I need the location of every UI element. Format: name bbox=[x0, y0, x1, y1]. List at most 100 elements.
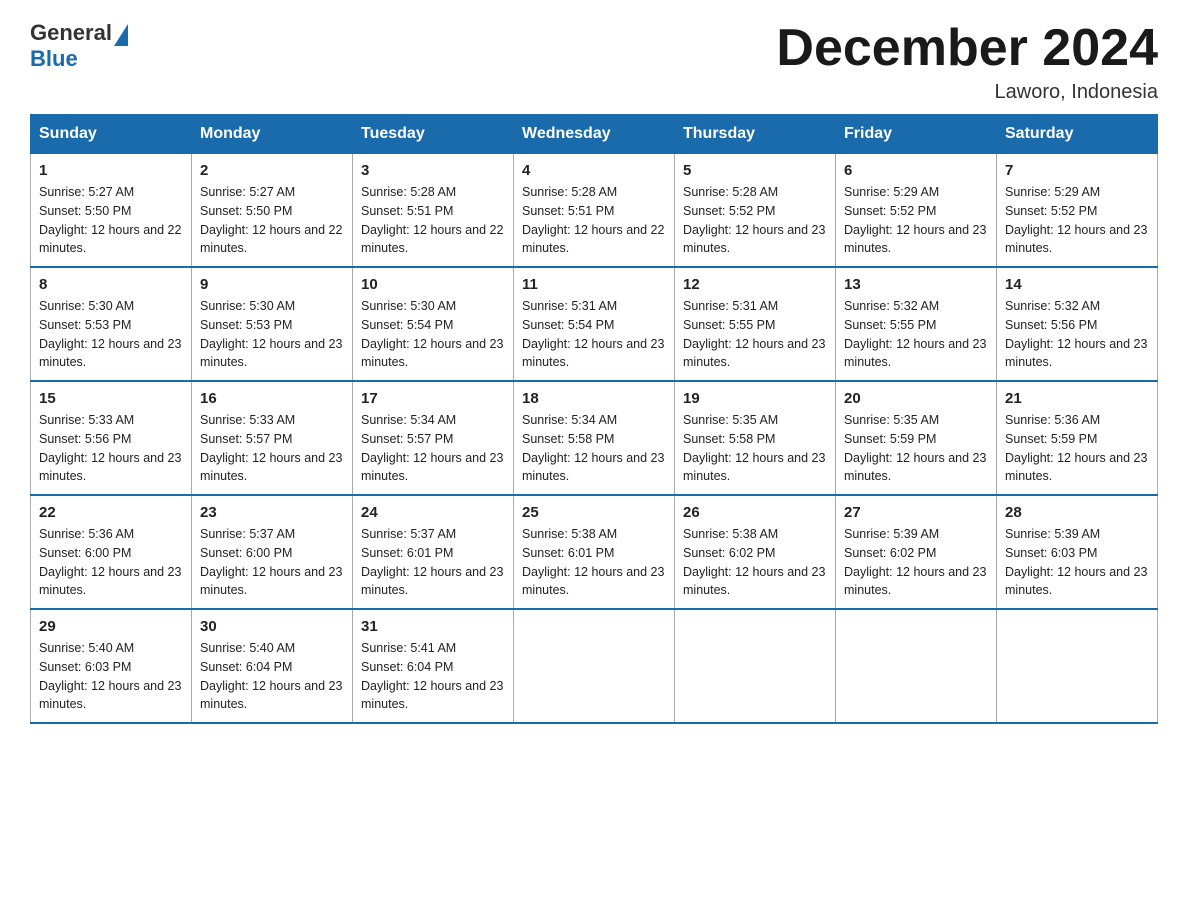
day-number: 10 bbox=[361, 276, 505, 293]
day-info: Sunrise: 5:28 AM Sunset: 5:52 PM Dayligh… bbox=[683, 183, 827, 258]
calendar-cell: 8 Sunrise: 5:30 AM Sunset: 5:53 PM Dayli… bbox=[31, 267, 192, 381]
day-number: 28 bbox=[1005, 504, 1149, 521]
day-info: Sunrise: 5:27 AM Sunset: 5:50 PM Dayligh… bbox=[39, 183, 183, 258]
header-wednesday: Wednesday bbox=[514, 115, 675, 154]
day-number: 1 bbox=[39, 162, 183, 179]
calendar-cell: 4 Sunrise: 5:28 AM Sunset: 5:51 PM Dayli… bbox=[514, 154, 675, 268]
day-info: Sunrise: 5:31 AM Sunset: 5:54 PM Dayligh… bbox=[522, 297, 666, 372]
day-number: 16 bbox=[200, 390, 344, 407]
day-info: Sunrise: 5:28 AM Sunset: 5:51 PM Dayligh… bbox=[361, 183, 505, 258]
day-number: 18 bbox=[522, 390, 666, 407]
calendar-cell: 23 Sunrise: 5:37 AM Sunset: 6:00 PM Dayl… bbox=[192, 495, 353, 609]
calendar-cell bbox=[675, 609, 836, 723]
day-number: 30 bbox=[200, 618, 344, 635]
day-number: 17 bbox=[361, 390, 505, 407]
week-row-2: 8 Sunrise: 5:30 AM Sunset: 5:53 PM Dayli… bbox=[31, 267, 1158, 381]
day-number: 15 bbox=[39, 390, 183, 407]
day-number: 29 bbox=[39, 618, 183, 635]
calendar-cell: 7 Sunrise: 5:29 AM Sunset: 5:52 PM Dayli… bbox=[997, 154, 1158, 268]
logo-general-text: General bbox=[30, 20, 112, 46]
calendar-cell: 22 Sunrise: 5:36 AM Sunset: 6:00 PM Dayl… bbox=[31, 495, 192, 609]
header-tuesday: Tuesday bbox=[353, 115, 514, 154]
day-info: Sunrise: 5:29 AM Sunset: 5:52 PM Dayligh… bbox=[1005, 183, 1149, 258]
calendar-cell bbox=[836, 609, 997, 723]
logo-triangle-icon bbox=[114, 24, 128, 46]
day-info: Sunrise: 5:32 AM Sunset: 5:56 PM Dayligh… bbox=[1005, 297, 1149, 372]
calendar-cell bbox=[514, 609, 675, 723]
day-number: 14 bbox=[1005, 276, 1149, 293]
calendar-cell: 11 Sunrise: 5:31 AM Sunset: 5:54 PM Dayl… bbox=[514, 267, 675, 381]
day-info: Sunrise: 5:34 AM Sunset: 5:58 PM Dayligh… bbox=[522, 411, 666, 486]
day-info: Sunrise: 5:38 AM Sunset: 6:01 PM Dayligh… bbox=[522, 525, 666, 600]
day-info: Sunrise: 5:30 AM Sunset: 5:54 PM Dayligh… bbox=[361, 297, 505, 372]
day-info: Sunrise: 5:37 AM Sunset: 6:01 PM Dayligh… bbox=[361, 525, 505, 600]
calendar-cell: 25 Sunrise: 5:38 AM Sunset: 6:01 PM Dayl… bbox=[514, 495, 675, 609]
calendar-cell: 17 Sunrise: 5:34 AM Sunset: 5:57 PM Dayl… bbox=[353, 381, 514, 495]
day-info: Sunrise: 5:29 AM Sunset: 5:52 PM Dayligh… bbox=[844, 183, 988, 258]
logo: General Blue bbox=[30, 20, 128, 72]
day-info: Sunrise: 5:40 AM Sunset: 6:04 PM Dayligh… bbox=[200, 639, 344, 714]
calendar-cell: 16 Sunrise: 5:33 AM Sunset: 5:57 PM Dayl… bbox=[192, 381, 353, 495]
page-header: General Blue December 2024 Laworo, Indon… bbox=[30, 20, 1158, 104]
day-number: 9 bbox=[200, 276, 344, 293]
day-number: 8 bbox=[39, 276, 183, 293]
day-number: 12 bbox=[683, 276, 827, 293]
day-number: 22 bbox=[39, 504, 183, 521]
header-sunday: Sunday bbox=[31, 115, 192, 154]
calendar-cell: 3 Sunrise: 5:28 AM Sunset: 5:51 PM Dayli… bbox=[353, 154, 514, 268]
day-number: 20 bbox=[844, 390, 988, 407]
day-number: 4 bbox=[522, 162, 666, 179]
header-thursday: Thursday bbox=[675, 115, 836, 154]
day-number: 25 bbox=[522, 504, 666, 521]
day-info: Sunrise: 5:30 AM Sunset: 5:53 PM Dayligh… bbox=[200, 297, 344, 372]
calendar-cell: 14 Sunrise: 5:32 AM Sunset: 5:56 PM Dayl… bbox=[997, 267, 1158, 381]
calendar-cell: 13 Sunrise: 5:32 AM Sunset: 5:55 PM Dayl… bbox=[836, 267, 997, 381]
day-info: Sunrise: 5:30 AM Sunset: 5:53 PM Dayligh… bbox=[39, 297, 183, 372]
header-monday: Monday bbox=[192, 115, 353, 154]
location-label: Laworo, Indonesia bbox=[776, 81, 1158, 104]
calendar-cell: 18 Sunrise: 5:34 AM Sunset: 5:58 PM Dayl… bbox=[514, 381, 675, 495]
calendar-cell: 27 Sunrise: 5:39 AM Sunset: 6:02 PM Dayl… bbox=[836, 495, 997, 609]
day-number: 5 bbox=[683, 162, 827, 179]
day-number: 31 bbox=[361, 618, 505, 635]
day-info: Sunrise: 5:36 AM Sunset: 5:59 PM Dayligh… bbox=[1005, 411, 1149, 486]
day-info: Sunrise: 5:31 AM Sunset: 5:55 PM Dayligh… bbox=[683, 297, 827, 372]
calendar-cell: 24 Sunrise: 5:37 AM Sunset: 6:01 PM Dayl… bbox=[353, 495, 514, 609]
day-info: Sunrise: 5:33 AM Sunset: 5:57 PM Dayligh… bbox=[200, 411, 344, 486]
day-info: Sunrise: 5:39 AM Sunset: 6:02 PM Dayligh… bbox=[844, 525, 988, 600]
calendar-cell: 6 Sunrise: 5:29 AM Sunset: 5:52 PM Dayli… bbox=[836, 154, 997, 268]
day-number: 19 bbox=[683, 390, 827, 407]
day-number: 24 bbox=[361, 504, 505, 521]
calendar-cell: 19 Sunrise: 5:35 AM Sunset: 5:58 PM Dayl… bbox=[675, 381, 836, 495]
header-friday: Friday bbox=[836, 115, 997, 154]
week-row-5: 29 Sunrise: 5:40 AM Sunset: 6:03 PM Dayl… bbox=[31, 609, 1158, 723]
title-block: December 2024 Laworo, Indonesia bbox=[776, 20, 1158, 104]
day-number: 26 bbox=[683, 504, 827, 521]
calendar-cell bbox=[997, 609, 1158, 723]
calendar-cell: 31 Sunrise: 5:41 AM Sunset: 6:04 PM Dayl… bbox=[353, 609, 514, 723]
day-info: Sunrise: 5:41 AM Sunset: 6:04 PM Dayligh… bbox=[361, 639, 505, 714]
calendar-cell: 2 Sunrise: 5:27 AM Sunset: 5:50 PM Dayli… bbox=[192, 154, 353, 268]
calendar-cell: 29 Sunrise: 5:40 AM Sunset: 6:03 PM Dayl… bbox=[31, 609, 192, 723]
header-saturday: Saturday bbox=[997, 115, 1158, 154]
calendar-cell: 21 Sunrise: 5:36 AM Sunset: 5:59 PM Dayl… bbox=[997, 381, 1158, 495]
calendar-cell: 12 Sunrise: 5:31 AM Sunset: 5:55 PM Dayl… bbox=[675, 267, 836, 381]
calendar-table: SundayMondayTuesdayWednesdayThursdayFrid… bbox=[30, 114, 1158, 724]
week-row-1: 1 Sunrise: 5:27 AM Sunset: 5:50 PM Dayli… bbox=[31, 154, 1158, 268]
calendar-cell: 20 Sunrise: 5:35 AM Sunset: 5:59 PM Dayl… bbox=[836, 381, 997, 495]
day-number: 21 bbox=[1005, 390, 1149, 407]
day-number: 2 bbox=[200, 162, 344, 179]
day-info: Sunrise: 5:36 AM Sunset: 6:00 PM Dayligh… bbox=[39, 525, 183, 600]
day-info: Sunrise: 5:40 AM Sunset: 6:03 PM Dayligh… bbox=[39, 639, 183, 714]
header-row: SundayMondayTuesdayWednesdayThursdayFrid… bbox=[31, 115, 1158, 154]
day-number: 7 bbox=[1005, 162, 1149, 179]
calendar-cell: 9 Sunrise: 5:30 AM Sunset: 5:53 PM Dayli… bbox=[192, 267, 353, 381]
day-number: 3 bbox=[361, 162, 505, 179]
calendar-cell: 15 Sunrise: 5:33 AM Sunset: 5:56 PM Dayl… bbox=[31, 381, 192, 495]
day-info: Sunrise: 5:33 AM Sunset: 5:56 PM Dayligh… bbox=[39, 411, 183, 486]
day-info: Sunrise: 5:34 AM Sunset: 5:57 PM Dayligh… bbox=[361, 411, 505, 486]
day-number: 23 bbox=[200, 504, 344, 521]
day-number: 27 bbox=[844, 504, 988, 521]
day-number: 11 bbox=[522, 276, 666, 293]
day-number: 13 bbox=[844, 276, 988, 293]
